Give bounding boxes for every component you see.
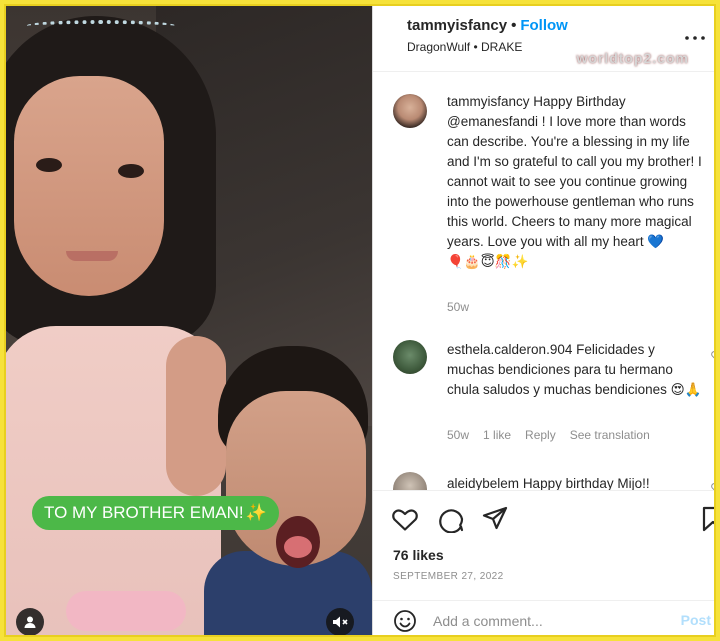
more-icon (685, 36, 705, 40)
like-icon[interactable] (391, 505, 419, 533)
comment-time[interactable]: 50w (447, 428, 469, 442)
comment-text: aleidybelem Happy birthday Mijo!! (447, 474, 705, 490)
comment-meta: 50w 1 like Reply See translation (447, 428, 650, 442)
audio-attribution[interactable]: DragonWulf • DRAKE (407, 40, 522, 54)
tagged-users-button[interactable] (16, 608, 44, 635)
post-frame: TO MY BROTHER EMAN! ✨ tammyisfancy • Follow… (4, 4, 716, 637)
comment-body: Happy birthday Mijo!! (522, 476, 650, 490)
post-photo[interactable]: TO MY BROTHER EMAN! ✨ (6, 6, 372, 635)
comment-icon[interactable] (437, 505, 465, 533)
avatar[interactable] (393, 472, 427, 490)
comment-username[interactable]: esthela.calderon.904 (447, 342, 572, 357)
header-username[interactable]: tammyisfancy (407, 17, 507, 34)
caption-emojis: 🎈🎂😇🎊✨ (447, 254, 529, 269)
caption-meta: 50w (447, 300, 469, 314)
see-translation-button[interactable]: See translation (570, 428, 650, 442)
post-header: tammyisfancy • Follow DragonWulf • DRAKE w… (373, 6, 714, 72)
likes-count[interactable]: 76 likes (393, 547, 444, 563)
caption-text: tammyisfancy Happy Birthday @emanesfandi… (447, 92, 705, 272)
sticker-emoji: ✨ (245, 503, 267, 522)
photo-sticker: TO MY BROTHER EMAN! ✨ (32, 496, 279, 530)
heart-icon[interactable] (711, 350, 716, 362)
add-comment-bar: Post (373, 600, 714, 635)
save-icon[interactable] (699, 505, 716, 533)
post-button[interactable]: Post (681, 612, 711, 628)
header-line: tammyisfancy • Follow (407, 17, 568, 34)
reply-button[interactable]: Reply (525, 428, 556, 442)
emoji-icon[interactable] (393, 609, 417, 633)
post-date: SEPTEMBER 27, 2022 (393, 571, 504, 582)
comment-username[interactable]: aleidybelem (447, 476, 519, 490)
post-sidebar: tammyisfancy • Follow DragonWulf • DRAKE w… (372, 6, 716, 635)
share-icon[interactable] (481, 505, 509, 533)
heart-icon[interactable] (711, 482, 716, 490)
more-options-button[interactable] (683, 26, 707, 50)
avatar[interactable] (393, 340, 427, 374)
follow-button[interactable]: Follow (520, 17, 568, 34)
post-actions: 76 likes SEPTEMBER 27, 2022 (373, 490, 716, 600)
comment-likes[interactable]: 1 like (483, 428, 511, 442)
comment-text: esthela.calderon.904 Felicidades y mucha… (447, 340, 705, 400)
caption-time[interactable]: 50w (447, 300, 469, 314)
comment-input[interactable] (433, 610, 673, 632)
user-icon (24, 616, 36, 628)
sticker-text: TO MY BROTHER EMAN! (44, 503, 244, 522)
avatar[interactable] (393, 94, 427, 128)
header-separator: • (511, 17, 517, 34)
comments-list[interactable]: tammyisfancy Happy Birthday @emanesfandi… (373, 72, 716, 490)
caption-body: Happy Birthday @emanesfandi ! I love mor… (447, 94, 702, 249)
caption-username[interactable]: tammyisfancy (447, 94, 530, 109)
speaker-muted-icon (333, 616, 348, 628)
watermark: worldtop2.com (576, 50, 689, 66)
mute-button[interactable] (326, 608, 354, 635)
